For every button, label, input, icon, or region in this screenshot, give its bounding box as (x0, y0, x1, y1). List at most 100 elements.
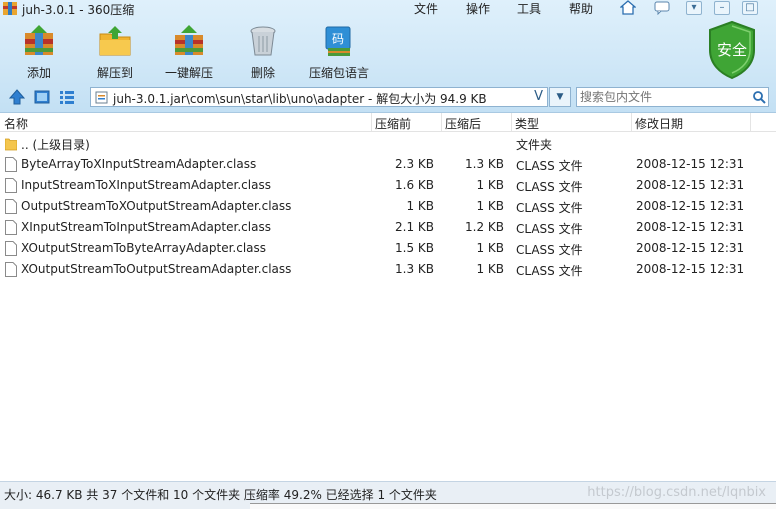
size-after: 1 KB (476, 241, 504, 255)
list-item[interactable]: InputStreamToXInputStreamAdapter.class 1… (0, 175, 776, 196)
security-badge-text: 安全 (717, 41, 747, 59)
feedback-icon[interactable] (654, 1, 670, 15)
file-type: CLASS 文件 (516, 201, 583, 215)
skin-menu-button[interactable]: ▾ (686, 1, 702, 15)
file-type: CLASS 文件 (516, 222, 583, 236)
extract-folder-icon (99, 26, 131, 56)
title-bar: juh-3.0.1 - 360压缩 文件 操作 工具 帮助 ▾ – □ (0, 0, 776, 18)
size-after: 1 KB (476, 178, 504, 192)
add-button[interactable]: 添加 (8, 24, 70, 82)
archive-language-label: 压缩包语言 (308, 66, 369, 80)
file-name: InputStreamToXInputStreamAdapter.class (21, 178, 271, 192)
file-date: 2008-12-15 12:31 (636, 199, 745, 213)
list-item[interactable]: ByteArrayToXInputStreamAdapter.class 2.3… (0, 154, 776, 175)
col-size-after[interactable]: 压缩后 (445, 115, 481, 132)
menu-help[interactable]: 帮助 (569, 0, 593, 17)
one-click-extract-label: 一键解压 (164, 66, 213, 80)
trash-bin-icon (250, 26, 276, 56)
address-bar[interactable]: juh-3.0.1.jar\com\sun\star\lib\uno\adapt… (90, 87, 548, 107)
col-separator (371, 113, 372, 131)
list-item[interactable]: XOutputStreamToByteArrayAdapter.class 1.… (0, 238, 776, 259)
file-type: 文件夹 (516, 138, 553, 152)
archive-file-icon (95, 91, 108, 104)
file-name: OutputStreamToXOutputStreamAdapter.class (21, 199, 292, 213)
file-icon (5, 199, 17, 214)
file-type: CLASS 文件 (516, 159, 583, 173)
file-type: CLASS 文件 (516, 243, 583, 257)
status-text: 大小: 46.7 KB 共 37 个文件和 10 个文件夹 压缩率 49.2% … (4, 488, 437, 502)
taskbar-strip (250, 503, 776, 509)
address-row: juh-3.0.1.jar\com\sun\star\lib\uno\adapt… (0, 86, 776, 108)
extract-to-button[interactable]: 解压到 (84, 24, 146, 82)
delete-button[interactable]: 删除 (232, 24, 294, 82)
archive-language-button[interactable]: 码 压缩包语言 (308, 24, 370, 82)
app-logo-icon (3, 2, 17, 15)
list-view-icon[interactable] (58, 88, 76, 106)
file-icon (5, 157, 17, 172)
add-books-icon (25, 25, 53, 55)
size-before: 1.3 KB (395, 262, 434, 276)
size-before: 2.3 KB (395, 157, 434, 171)
extract-to-label: 解压到 (96, 66, 133, 80)
size-after: 1.3 KB (465, 157, 504, 171)
file-name: XInputStreamToInputStreamAdapter.class (21, 220, 271, 234)
menu-tools[interactable]: 工具 (517, 0, 541, 17)
up-arrow-icon[interactable] (8, 88, 26, 106)
minimize-button[interactable]: – (714, 1, 730, 15)
address-dropdown-button[interactable]: ▼ (549, 87, 571, 107)
list-item[interactable]: XOutputStreamToOutputStreamAdapter.class… (0, 259, 776, 280)
watermark: https://blog.csdn.net/lqnbix (587, 485, 766, 500)
size-before: 1.6 KB (395, 178, 434, 192)
file-icon (5, 241, 17, 256)
list-item-parent-folder[interactable]: .. (上级目录) 文件夹 (0, 133, 776, 154)
col-name[interactable]: 名称 (4, 115, 28, 132)
file-list: .. (上级目录) 文件夹 ByteArrayToXInputStreamAda… (0, 133, 776, 481)
file-name: ByteArrayToXInputStreamAdapter.class (21, 157, 257, 171)
one-click-extract-icon (175, 25, 203, 55)
search-box[interactable] (576, 87, 769, 107)
search-icon[interactable] (752, 90, 766, 104)
size-before: 1 KB (406, 199, 434, 213)
file-date: 2008-12-15 12:31 (636, 178, 745, 192)
col-separator (511, 113, 512, 131)
file-icon (5, 178, 17, 193)
window-title: juh-3.0.1 - 360压缩 (22, 3, 135, 17)
col-modified-date[interactable]: 修改日期 (635, 115, 683, 132)
menu-operate[interactable]: 操作 (466, 0, 490, 17)
size-after: 1 KB (476, 199, 504, 213)
file-name: .. (上级目录) (21, 138, 90, 152)
address-history-icon[interactable]: V (534, 89, 543, 104)
maximize-button[interactable]: □ (742, 1, 758, 15)
file-date: 2008-12-15 12:31 (636, 241, 745, 255)
file-date: 2008-12-15 12:31 (636, 157, 745, 171)
address-path: juh-3.0.1.jar\com\sun\star\lib\uno\adapt… (113, 92, 487, 106)
security-shield-icon[interactable]: 安全 (706, 20, 758, 80)
svg-text:码: 码 (332, 32, 344, 46)
col-type[interactable]: 类型 (515, 115, 539, 132)
col-separator (750, 113, 751, 131)
file-type: CLASS 文件 (516, 264, 583, 278)
size-after: 1 KB (476, 262, 504, 276)
delete-label: 删除 (250, 66, 275, 80)
size-before: 2.1 KB (395, 220, 434, 234)
file-type: CLASS 文件 (516, 180, 583, 194)
add-label: 添加 (26, 66, 51, 80)
menu-file[interactable]: 文件 (414, 0, 438, 17)
col-separator (441, 113, 442, 131)
file-name: XOutputStreamToByteArrayAdapter.class (21, 241, 267, 255)
size-before: 1.5 KB (395, 241, 434, 255)
column-header: 名称 压缩前 压缩后 类型 修改日期 (0, 113, 776, 132)
file-name: XOutputStreamToOutputStreamAdapter.class (21, 262, 292, 276)
list-item[interactable]: OutputStreamToXOutputStreamAdapter.class… (0, 196, 776, 217)
col-size-before[interactable]: 压缩前 (375, 115, 411, 132)
one-click-extract-button[interactable]: 一键解压 (158, 24, 220, 82)
folder-icon (5, 138, 17, 151)
thumbnail-view-icon[interactable] (33, 88, 51, 106)
home-icon[interactable] (620, 0, 636, 15)
size-after: 1.2 KB (465, 220, 504, 234)
search-input[interactable] (580, 89, 748, 105)
status-bar: 大小: 46.7 KB 共 37 个文件和 10 个文件夹 压缩率 49.2% … (0, 481, 776, 509)
list-item[interactable]: XInputStreamToInputStreamAdapter.class 2… (0, 217, 776, 238)
app-header: juh-3.0.1 - 360压缩 文件 操作 工具 帮助 ▾ – □ 添加 解… (0, 0, 776, 113)
archive-language-icon: 码 (325, 26, 351, 56)
